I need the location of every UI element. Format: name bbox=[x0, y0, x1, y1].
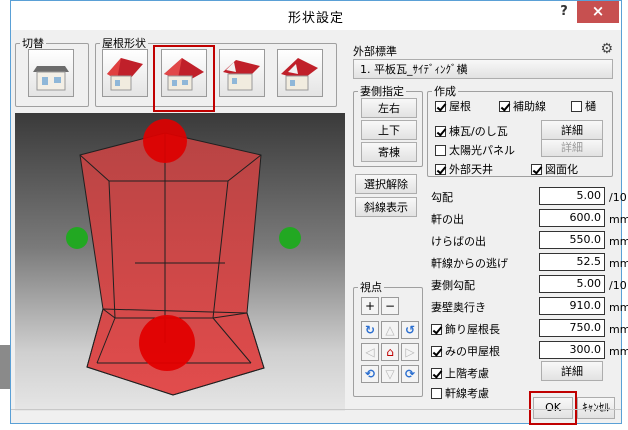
gable-hip-button[interactable]: 寄棟 bbox=[361, 142, 417, 162]
verge-overhang-unit: mm bbox=[609, 235, 628, 248]
decorative-roof-length-checkbox[interactable]: 飾り屋根長 bbox=[431, 321, 500, 337]
view-left-button[interactable]: ◁ bbox=[361, 343, 379, 361]
help-button[interactable]: ? bbox=[553, 4, 575, 24]
gutter-checkbox-label: 樋 bbox=[585, 100, 596, 113]
ridge-detail-button[interactable]: 詳細 bbox=[541, 120, 603, 140]
eave-line-label: 軒線考慮 bbox=[445, 387, 489, 400]
upper-floor-check-mark bbox=[431, 368, 442, 379]
gable-pitch-unit: /10 bbox=[609, 279, 627, 292]
roof-checkbox-label: 屋根 bbox=[449, 100, 471, 113]
solar-panel-checkbox-label: 太陽光パネル bbox=[449, 144, 515, 157]
gable-spec-group-label: 妻側指定 bbox=[360, 85, 404, 98]
view-right-button[interactable]: ▷ bbox=[401, 343, 419, 361]
solar-detail-button[interactable]: 詳細 bbox=[541, 139, 603, 157]
auxiliary-line-checkbox-label: 補助線 bbox=[513, 100, 546, 113]
gutter-check-box bbox=[571, 101, 582, 112]
zoom-out-button[interactable]: − bbox=[381, 297, 399, 315]
mino-roof-checkbox[interactable]: みの甲屋根 bbox=[431, 343, 500, 359]
shape-settings-dialog: 形状設定 ? × 切替 屋根形状 外部標準 ⚙ 1. 平板瓦_ｻｲﾃﾞｨﾝｸﾞ横… bbox=[10, 0, 628, 425]
verge-overhang-label: けらばの出 bbox=[431, 235, 486, 248]
eave-line-offset-unit: mm bbox=[609, 257, 628, 270]
eave-line-check-box bbox=[431, 388, 442, 399]
exterior-ceiling-checkbox-label: 外部天井 bbox=[449, 163, 493, 176]
solar-panel-check-box bbox=[435, 145, 446, 156]
ridge-tile-checkbox[interactable]: 棟瓦/のし瓦 bbox=[435, 123, 508, 139]
exterior-ceiling-check-mark bbox=[435, 164, 446, 175]
dialog-title: 形状設定 bbox=[287, 11, 344, 26]
exterior-standard-label: 外部標準 bbox=[353, 45, 397, 58]
rotate-right-button[interactable]: ↺ bbox=[401, 321, 419, 339]
pitch-input[interactable]: 5.00 bbox=[539, 187, 605, 205]
decorative-roof-length-unit: mm bbox=[609, 323, 628, 336]
upper-floor-checkbox[interactable]: 上階考慮 bbox=[431, 365, 489, 381]
mino-roof-check-mark bbox=[431, 346, 442, 357]
eave-line-offset-label: 軒線からの逃げ bbox=[431, 257, 508, 270]
house-thumbnail-icon[interactable] bbox=[28, 49, 74, 97]
gable-lr-button[interactable]: 左右 bbox=[361, 98, 417, 118]
upper-floor-detail-button[interactable]: 詳細 bbox=[541, 361, 603, 381]
gable-wall-depth-input[interactable]: 910.0 bbox=[539, 297, 605, 315]
gable-ud-button[interactable]: 上下 bbox=[361, 120, 417, 140]
ridge-tile-checkbox-label: 棟瓦/のし瓦 bbox=[449, 125, 508, 138]
home-view-button[interactable]: ⌂ bbox=[381, 343, 399, 361]
drawing-check-mark bbox=[531, 164, 542, 175]
slope-line-button[interactable]: 斜線表示 bbox=[355, 197, 417, 217]
eave-line-checkbox[interactable]: 軒線考慮 bbox=[431, 385, 489, 401]
decorative-roof-length-label: 飾り屋根長 bbox=[445, 323, 500, 336]
eave-line-offset-input[interactable]: 52.5 bbox=[539, 253, 605, 271]
rotate-cw-button[interactable]: ⟳ bbox=[401, 365, 419, 383]
gable-pitch-label: 妻側勾配 bbox=[431, 279, 475, 292]
gutter-checkbox[interactable]: 樋 bbox=[571, 98, 596, 114]
mino-roof-unit: mm bbox=[609, 345, 628, 358]
rotate-ccw-button[interactable]: ⟲ bbox=[361, 365, 379, 383]
zoom-in-button[interactable]: + bbox=[361, 297, 379, 315]
decorative-roof-length-input[interactable]: 750.0 bbox=[539, 319, 605, 337]
auxiliary-line-checkbox[interactable]: 補助線 bbox=[499, 98, 546, 114]
close-button[interactable]: × bbox=[577, 1, 619, 23]
half-hip-roof-icon[interactable] bbox=[277, 49, 323, 97]
roof-checkbox[interactable]: 屋根 bbox=[435, 98, 471, 114]
auxiliary-line-check-mark bbox=[499, 101, 510, 112]
gear-icon[interactable]: ⚙ bbox=[600, 41, 613, 57]
gable-pitch-input[interactable]: 5.00 bbox=[539, 275, 605, 293]
eave-overhang-unit: mm bbox=[609, 213, 628, 226]
rotate-left-button[interactable]: ↻ bbox=[361, 321, 379, 339]
view-down-button[interactable]: ▽ bbox=[381, 365, 399, 383]
deselect-button[interactable]: 選択解除 bbox=[355, 174, 417, 194]
view-up-button[interactable]: △ bbox=[381, 321, 399, 339]
status-bar bbox=[11, 409, 621, 423]
gable-wall-depth-unit: mm bbox=[609, 301, 628, 314]
verge-overhang-input[interactable]: 550.0 bbox=[539, 231, 605, 249]
solar-panel-checkbox[interactable]: 太陽光パネル bbox=[435, 142, 515, 158]
hip-gable-roof-icon[interactable] bbox=[219, 49, 265, 97]
ridge-tile-check-mark bbox=[435, 126, 446, 137]
decorative-roof-check-mark bbox=[431, 324, 442, 335]
roof-3d-viewport[interactable] bbox=[15, 113, 345, 411]
gable-roof-icon[interactable] bbox=[102, 49, 148, 97]
mino-roof-label: みの甲屋根 bbox=[445, 345, 500, 358]
upper-floor-label: 上階考慮 bbox=[445, 367, 489, 380]
exterior-ceiling-checkbox[interactable]: 外部天井 bbox=[435, 161, 493, 177]
selected-roof-highlight bbox=[153, 45, 215, 112]
drawing-checkbox-label: 図面化 bbox=[545, 163, 578, 176]
roof-check-mark bbox=[435, 101, 446, 112]
eave-overhang-label: 軒の出 bbox=[431, 213, 464, 226]
eave-overhang-input[interactable]: 600.0 bbox=[539, 209, 605, 227]
pitch-unit: /10 bbox=[609, 191, 627, 204]
viewpoint-group-label: 視点 bbox=[360, 281, 382, 294]
drawing-checkbox[interactable]: 図面化 bbox=[531, 161, 578, 177]
exterior-standard-dropdown[interactable]: 1. 平板瓦_ｻｲﾃﾞｨﾝｸﾞ横 bbox=[353, 59, 613, 79]
gable-wall-depth-label: 妻壁奥行き bbox=[431, 301, 486, 314]
mino-roof-input[interactable]: 300.0 bbox=[539, 341, 605, 359]
creation-group-label: 作成 bbox=[434, 85, 456, 98]
pitch-label: 勾配 bbox=[431, 191, 453, 204]
title-bar: 形状設定 ? × bbox=[11, 1, 621, 30]
